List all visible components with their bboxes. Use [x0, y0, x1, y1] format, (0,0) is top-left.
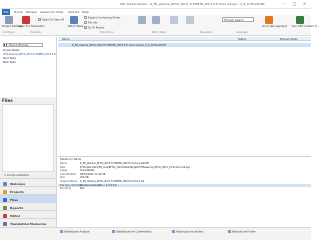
menu-addins[interactable]: Add-Ins: [68, 10, 79, 14]
history-icon: [172, 230, 175, 233]
project-path-link[interactable]: (TM) elevina_RFCO_IDC3 fr-FRMTR_IDC3 fr-…: [3, 53, 56, 56]
open-for-signoff-button[interactable]: Open For Sign-off: [38, 18, 64, 22]
bottom-tabs: Statistiques Analyse Statistiques de Con…: [0, 227, 311, 240]
table-header: Name Status Planned Tasks: [58, 37, 311, 41]
close-icon[interactable]: ×: [300, 1, 309, 7]
prop-label: Original Name: [60, 179, 78, 183]
files-title: Files: [2, 98, 13, 103]
ribbon: Project Settings Open For Translation Op…: [0, 15, 319, 36]
menu-view[interactable]: View: [56, 10, 63, 14]
ribbon-button-d[interactable]: [184, 16, 196, 24]
column-header-planned[interactable]: Planned Tasks: [280, 38, 298, 41]
arrow-icon: [265, 16, 273, 24]
language-combo[interactable]: French (France): [3, 43, 43, 47]
signoff-icon: [38, 18, 41, 21]
folder-tree[interactable]: [2, 104, 54, 172]
memory-icon: [3, 221, 7, 226]
ribbon-button-b[interactable]: [150, 16, 162, 24]
column-header-name[interactable]: Name: [62, 38, 69, 41]
column-header-status[interactable]: Status: [238, 38, 246, 41]
file-list: Name Status Planned Tasks 6_FR_elevina_R…: [58, 37, 311, 155]
prop-value: E:\Projets 2021\FR_Live\RFCO_Trad-Mixte\…: [80, 165, 190, 169]
info-icon: [84, 21, 87, 24]
files-icon: [3, 197, 7, 202]
document-icon: [152, 16, 160, 24]
batch-tasks-button[interactable]: Batch Tasks: [68, 16, 83, 28]
prop-value: 6_FR_elevina_RFCO_IDC3 fr-FRMTR_IDC3 fr-…: [80, 179, 145, 183]
menu-home[interactable]: Home: [14, 10, 23, 14]
editor-icon: [3, 213, 7, 218]
tab-analysis-stats[interactable]: Statistiques Analyse: [60, 230, 89, 234]
start-tasks-label: Start Tasks: [3, 57, 17, 60]
batch-icon: [70, 16, 78, 24]
files-panel: Files ☐ Include subfolders Welcome Proje…: [0, 97, 57, 227]
project-settings-button[interactable]: Project Settings: [2, 16, 22, 28]
stats-icon: [60, 230, 63, 233]
nav-translation-memories[interactable]: Translation Memories: [0, 218, 57, 227]
row-file-name: 6_FR_elevina_RFCO_IDC3 fr-FRMTR_IDC3 fr-…: [72, 43, 166, 47]
ribbon-button-c[interactable]: [168, 16, 180, 24]
tab-confirmation-stats[interactable]: Statistiques de Confirmation: [112, 230, 152, 234]
ribbon-button-a[interactable]: [136, 16, 148, 24]
custom-icon: [296, 16, 304, 24]
group-label: Batch Tasks: [152, 31, 167, 34]
file-info-button[interactable]: File Info: [84, 21, 98, 25]
group-label: File Actions: [100, 31, 114, 34]
project-status-label: Project Status: [3, 49, 20, 52]
page-icon: [170, 16, 178, 24]
page-icon: [186, 16, 194, 24]
folder-icon: [84, 16, 87, 19]
title-bar: SDL Trados Studio - 6_FR_elevina_RFCO_ID…: [0, 0, 311, 9]
prop-value: WordprocessingML v. 2 2.0.0.0: [80, 183, 117, 187]
group-label: Configure: [3, 31, 15, 34]
details-panel: Details for Name Name 6_FR_elevina_RFCO_…: [58, 156, 311, 227]
tab-file-attributes[interactable]: Attributs de Fichier: [228, 230, 256, 234]
translate-icon: [22, 16, 30, 24]
open-for-translation-button[interactable]: Open For Translation: [18, 16, 45, 28]
menu-advanced[interactable]: Advanced: [40, 10, 55, 14]
document-icon: [138, 16, 146, 24]
include-subfolders-checkbox[interactable]: ☐ Include subfolders: [4, 174, 29, 177]
project-icon: [84, 26, 87, 29]
tab-task-history[interactable]: Historique des tâches: [172, 230, 203, 234]
maximize-icon[interactable]: □: [290, 1, 299, 7]
table-row[interactable]: 6_FR_elevina_RFCO_IDC3 fr-FRMTR_IDC3 fr-…: [58, 43, 311, 47]
project-panel: French (France) Project Status (TM) elev…: [0, 37, 57, 97]
go-to-task-button[interactable]: Go to last segment: [262, 16, 287, 28]
prop-label: Encoding: [60, 187, 72, 190]
go-to-project-button[interactable]: Go To Project: [84, 26, 104, 30]
next-tasks-label: Next Tasks: [3, 61, 16, 64]
group-label: Language: [236, 31, 248, 34]
tm-search-field[interactable]: TM (QA) Search: [222, 17, 254, 22]
home-icon: [3, 181, 7, 186]
minimize-icon[interactable]: –: [280, 1, 289, 7]
menu-help[interactable]: Help: [82, 10, 89, 14]
sun-gnt-button[interactable]: Sun GNT Custom Fi...: [292, 16, 319, 28]
group-label: Translate: [30, 31, 41, 34]
stats-icon: [112, 230, 115, 233]
details-title: Details for Name: [60, 157, 82, 161]
menu-review[interactable]: Review: [26, 10, 37, 14]
expand-folder-button[interactable]: Expand Containing Folder: [84, 16, 120, 20]
prop-value: N/A: [80, 187, 85, 190]
settings-icon: [5, 16, 13, 24]
projects-icon: [3, 189, 7, 194]
group-label: Navigation: [200, 31, 213, 34]
window-title: SDL Trados Studio - 6_FR_elevina_RFCO_ID…: [120, 2, 265, 6]
reports-icon: [3, 205, 7, 210]
attributes-icon: [228, 230, 231, 233]
